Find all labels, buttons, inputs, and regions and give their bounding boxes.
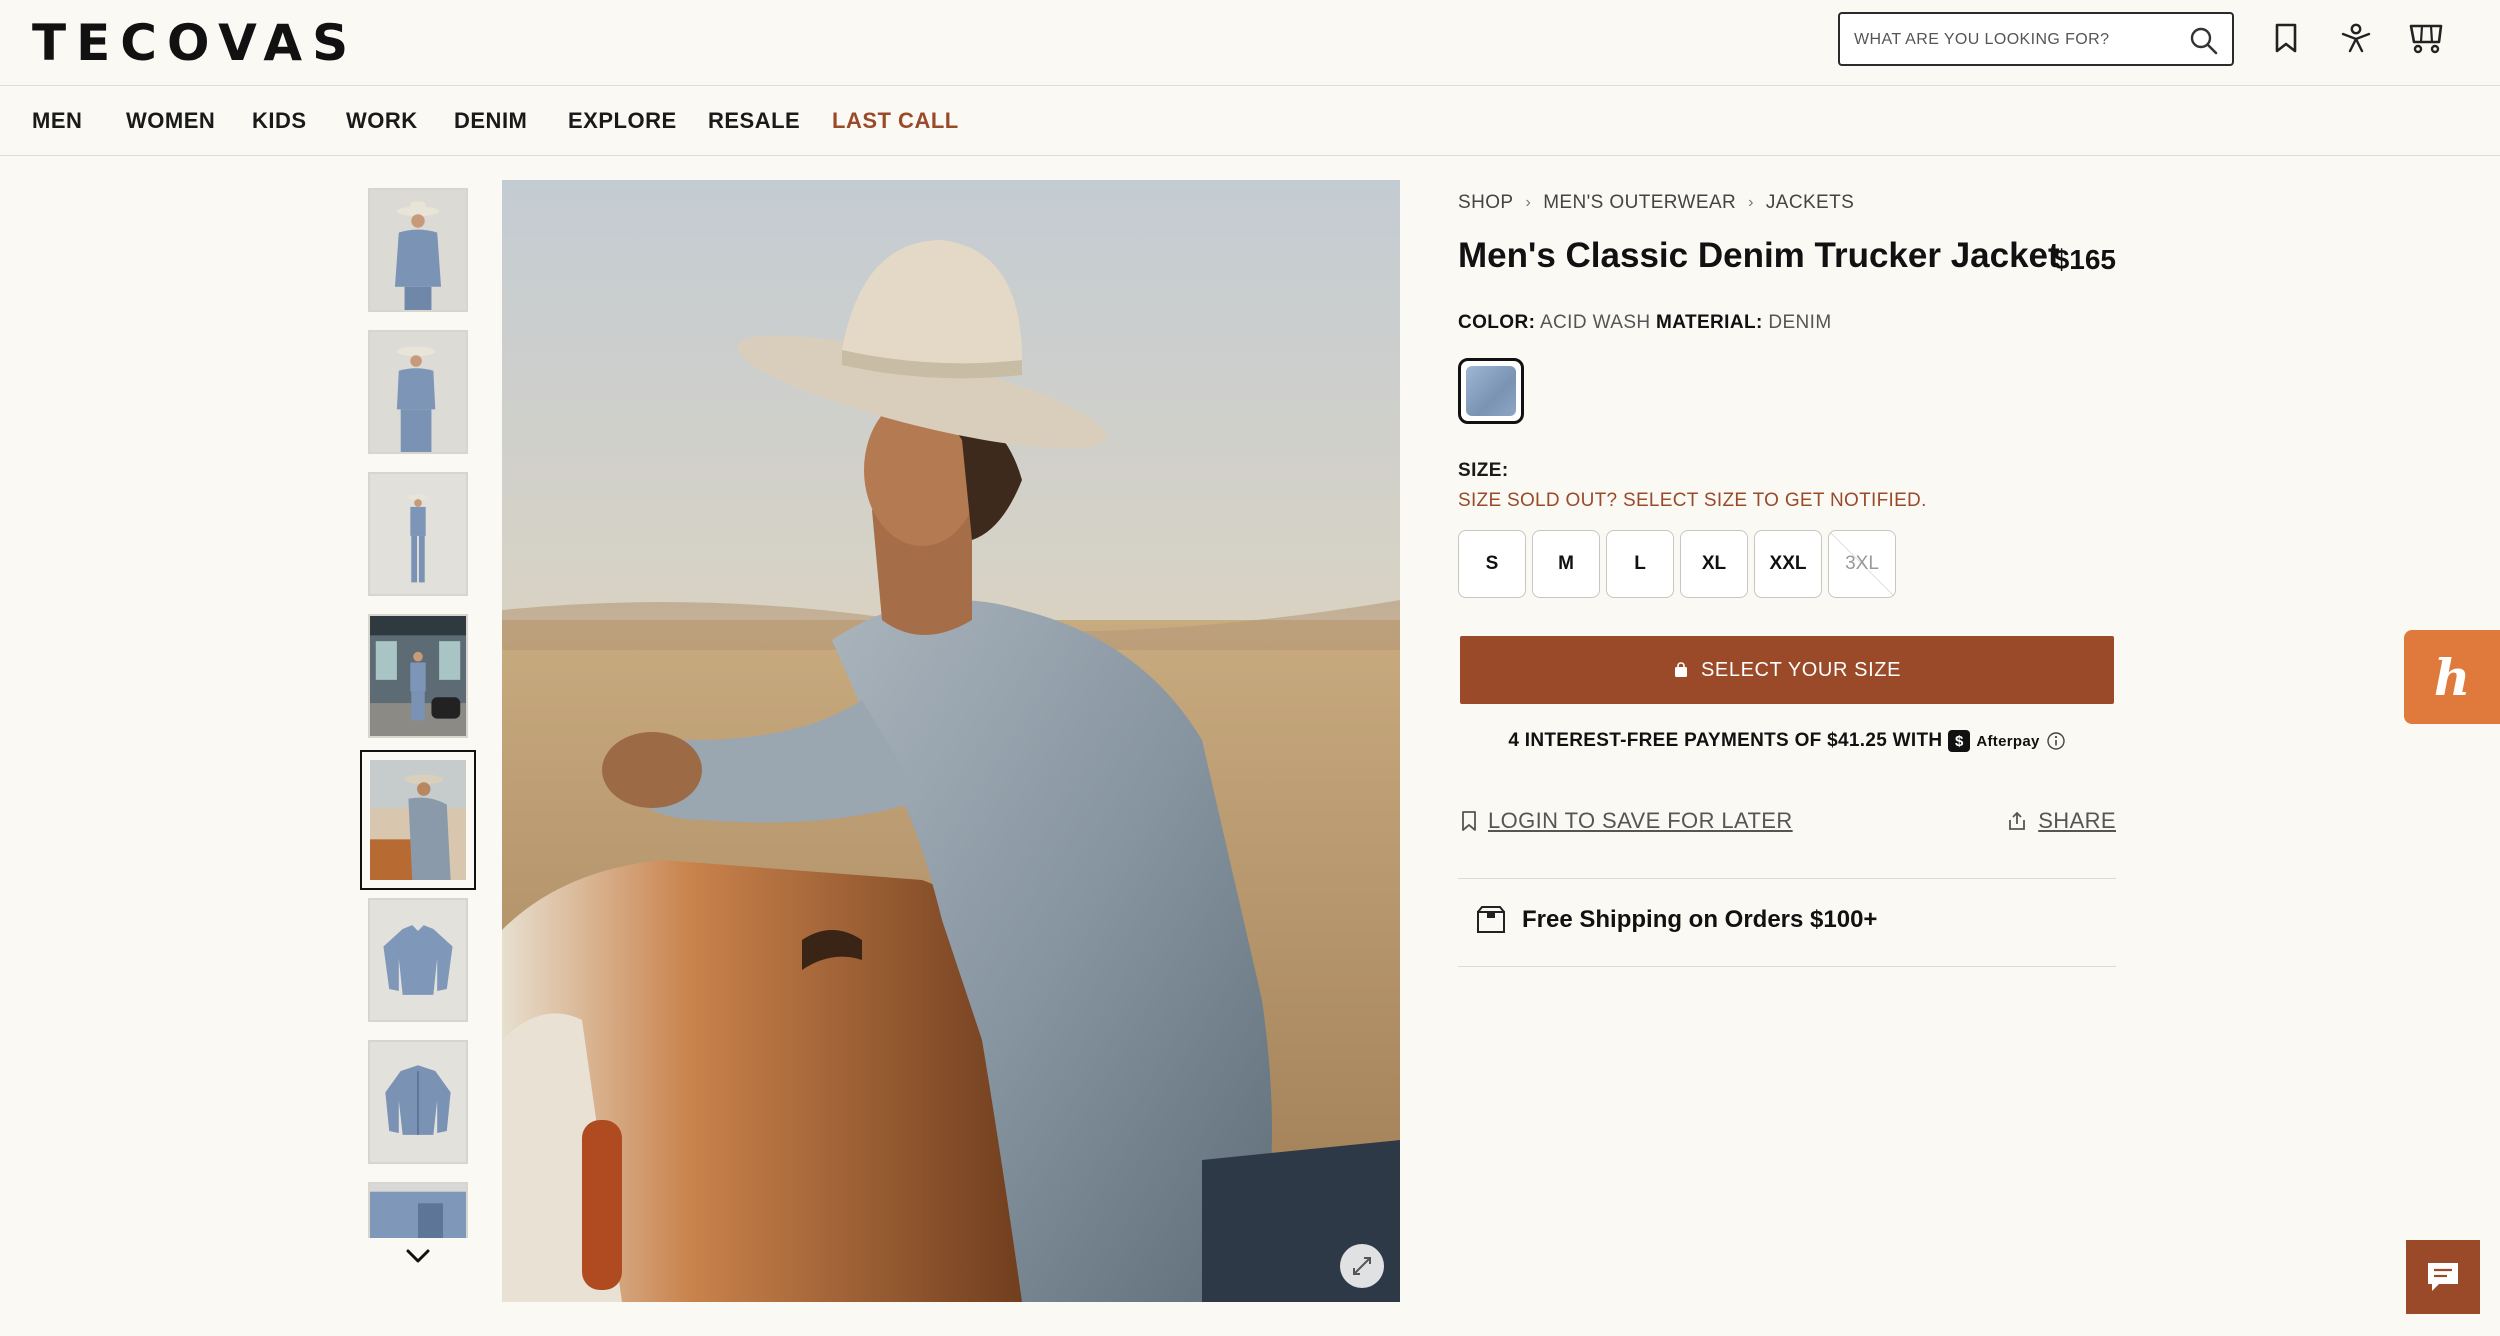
breadcrumb-jackets[interactable]: JACKETS (1766, 192, 1854, 214)
size-button-xxl[interactable]: XXL (1754, 530, 1822, 598)
material-label: MATERIAL: (1656, 312, 1763, 333)
divider (1458, 966, 2116, 967)
breadcrumb-mens-outerwear[interactable]: MEN'S OUTERWEAR (1543, 192, 1736, 214)
shipping-info: Free Shipping on Orders $100+ (1476, 906, 1877, 934)
bookmark-icon[interactable] (2266, 18, 2306, 58)
thumbnail-3[interactable] (368, 472, 468, 596)
expand-icon[interactable] (1340, 1244, 1384, 1288)
breadcrumb-separator: › (1525, 194, 1532, 211)
breadcrumb: SHOP › MEN'S OUTERWEAR › JACKETS (1458, 192, 1854, 214)
thumbnail-1[interactable] (368, 188, 468, 312)
nav-item-men[interactable]: MEN (32, 108, 82, 134)
search-input[interactable] (1854, 26, 2174, 54)
afterpay-badge: $ (1948, 730, 1971, 752)
account-icon[interactable] (2336, 18, 2376, 58)
bookmark-icon (1462, 811, 1476, 831)
breadcrumb-shop[interactable]: SHOP (1458, 192, 1513, 214)
nav-item-resale[interactable]: RESALE (708, 108, 800, 134)
product-price: $165 (2053, 244, 2116, 275)
breadcrumb-separator: › (1748, 194, 1754, 211)
select-size-button[interactable]: SELECT YOUR SIZE (1460, 636, 2114, 704)
material-value: DENIM (1768, 312, 1832, 333)
thumbnail-7[interactable] (368, 1040, 468, 1164)
share-link[interactable]: SHARE (2006, 808, 2116, 834)
size-button-s[interactable]: S (1458, 530, 1526, 598)
color-swatch-acid-wash[interactable] (1458, 358, 1524, 424)
cart-icon[interactable] (2406, 18, 2446, 58)
chat-icon[interactable] (2406, 1240, 2480, 1314)
afterpay-info: 4 INTEREST-FREE PAYMENTS OF $41.25 WITH … (1458, 730, 2116, 752)
logo[interactable]: TECOVAS (32, 14, 358, 72)
nav-item-explore[interactable]: EXPLORE (568, 108, 677, 134)
save-for-later-link[interactable]: LOGIN TO SAVE FOR LATER (1460, 808, 1793, 834)
top-header: TECOVAS (0, 0, 2500, 86)
nav-item-kids[interactable]: KIDS (252, 108, 307, 134)
shipping-text: Free Shipping on Orders $100+ (1522, 906, 1878, 933)
nav-item-denim[interactable]: DENIM (454, 108, 527, 134)
color-attribute: COLOR: ACID WASH (1458, 312, 1651, 334)
thumbnail-4[interactable] (368, 614, 468, 738)
search-box[interactable] (1838, 12, 2234, 66)
save-for-later-label: LOGIN TO SAVE FOR LATER (1488, 808, 1793, 833)
material-attribute: MATERIAL: DENIM (1656, 312, 1832, 334)
info-icon[interactable] (2046, 731, 2066, 751)
size-button-m[interactable]: M (1532, 530, 1600, 598)
size-button-l[interactable]: L (1606, 530, 1674, 598)
afterpay-brand: Afterpay (1976, 732, 2040, 750)
thumbnail-2[interactable] (368, 330, 468, 454)
color-label: COLOR: (1458, 312, 1536, 333)
select-size-label: SELECT YOUR SIZE (1700, 658, 1902, 681)
thumbnail-6[interactable] (368, 898, 468, 1022)
size-label: SIZE: (1458, 460, 1509, 481)
search-icon[interactable] (2188, 25, 2220, 57)
thumbnail-8[interactable] (368, 1182, 468, 1238)
bag-icon (1674, 662, 1687, 677)
nav-item-women[interactable]: WOMEN (126, 108, 215, 134)
chevron-down-icon[interactable] (402, 1240, 434, 1272)
shipping-box-icon (1477, 906, 1505, 933)
nav-item-last-call[interactable]: LAST CALL (832, 108, 959, 134)
afterpay-text: 4 INTEREST-FREE PAYMENTS OF $41.25 WITH (1508, 730, 1943, 751)
product-title: Men's Classic Denim Trucker Jacket (1458, 236, 2060, 275)
nav-item-work[interactable]: WORK (346, 108, 418, 134)
share-icon (2009, 811, 2026, 830)
main-product-photo (502, 180, 1400, 1302)
size-button-3xl[interactable]: 3XL (1828, 530, 1896, 598)
sold-out-notice: SIZE SOLD OUT? SELECT SIZE TO GET NOTIFI… (1458, 490, 1927, 511)
size-button-xl[interactable]: XL (1680, 530, 1748, 598)
thumbnail-5-active[interactable] (360, 750, 476, 890)
share-label: SHARE (2038, 808, 2116, 833)
main-nav: MEN WOMEN KIDS WORK DENIM EXPLORE RESALE… (0, 86, 2500, 156)
honey-extension-icon[interactable]: h (2404, 630, 2500, 724)
divider (1458, 878, 2116, 879)
color-value: ACID WASH (1539, 312, 1651, 333)
